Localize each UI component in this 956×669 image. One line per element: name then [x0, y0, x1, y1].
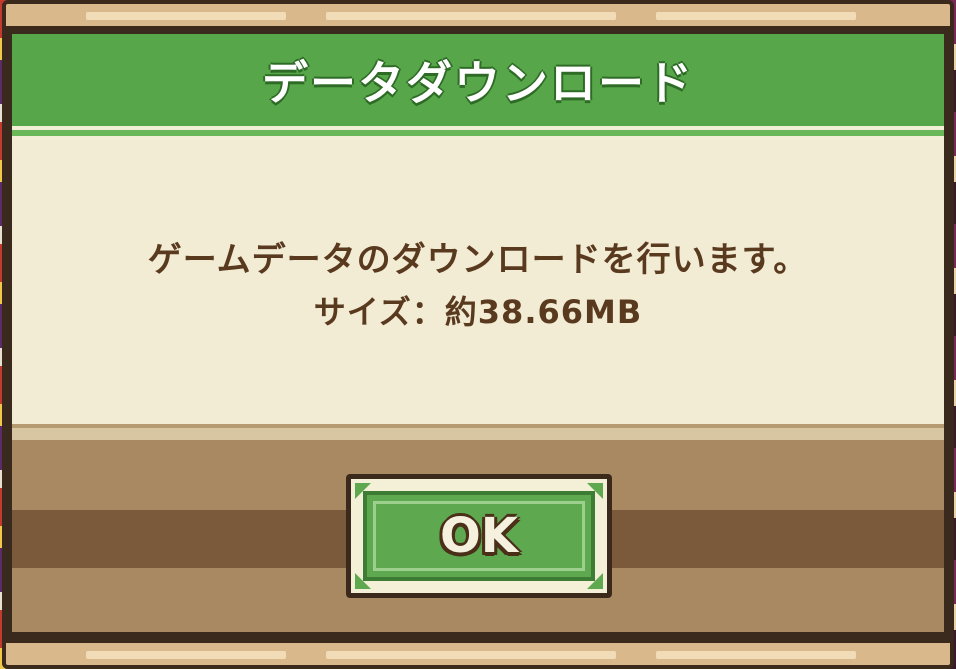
- dialog-body: ゲームデータのダウンロードを行います。 サイズ：約38.66MB: [12, 140, 944, 424]
- dialog-top-rail: [2, 0, 954, 30]
- ok-button[interactable]: OK: [346, 474, 612, 598]
- header-divider: [12, 126, 944, 140]
- dialog-title: データダウンロード: [262, 56, 694, 110]
- download-size-text: サイズ：約38.66MB: [313, 292, 643, 331]
- ok-button-label: OK: [440, 508, 518, 564]
- game-screen: データダウンロード ゲームデータのダウンロードを行います。 サイズ：約38.66…: [0, 0, 956, 669]
- dialog-bottom-rail: [2, 639, 954, 669]
- dialog-message: ゲームデータのダウンロードを行います。: [147, 239, 809, 280]
- dialog-header: データダウンロード: [12, 34, 944, 126]
